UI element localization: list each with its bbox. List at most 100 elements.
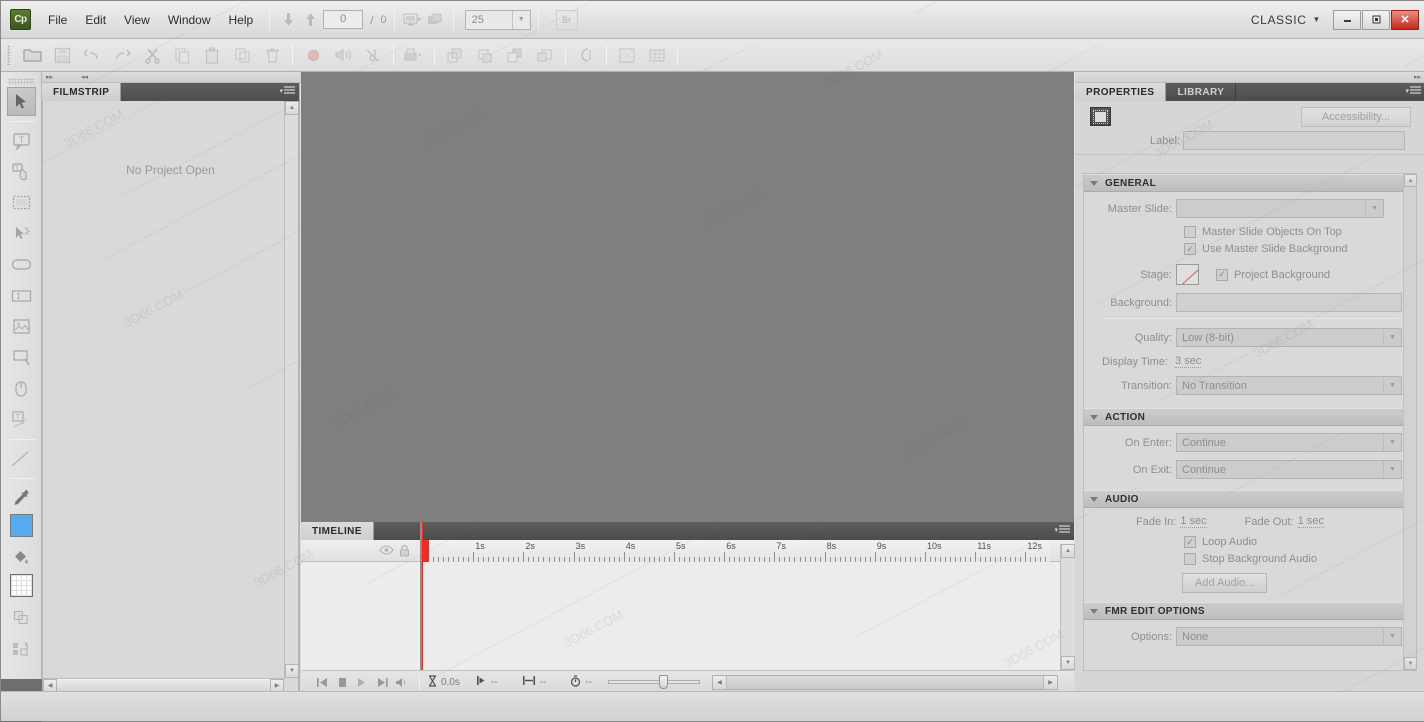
bring-to-front-icon[interactable] xyxy=(440,42,470,68)
redo-icon[interactable] xyxy=(107,42,137,68)
tab-filmstrip[interactable]: FILMSTRIP xyxy=(42,83,122,101)
click-box-tool[interactable] xyxy=(7,219,36,248)
timeline-ruler[interactable]: 1s 2s 3s 4s 5s 6s 7s 8s 9s 10s 11s 12s xyxy=(422,540,1050,562)
mouse-tool[interactable] xyxy=(7,374,36,403)
scroll-up-icon[interactable]: ▲ xyxy=(285,101,299,115)
bring-forward-icon[interactable] xyxy=(470,42,500,68)
duplicate-object-tool[interactable] xyxy=(7,603,36,632)
menu-window[interactable]: Window xyxy=(159,9,220,31)
paste-icon[interactable] xyxy=(197,42,227,68)
tab-properties[interactable]: PROPERTIES xyxy=(1075,83,1167,101)
triangle-down-icon[interactable] xyxy=(1090,496,1098,502)
filmstrip-collapse-bar[interactable]: ▸▸ ◂◂ xyxy=(42,72,301,83)
zoom-area-tool[interactable] xyxy=(7,343,36,372)
scroll-down-icon[interactable]: ▼ xyxy=(1061,656,1075,670)
filmstrip-vertical-scrollbar[interactable]: ▲ ▼ xyxy=(284,101,299,678)
go-to-end-icon[interactable] xyxy=(373,673,391,691)
scroll-up-icon[interactable]: ▲ xyxy=(1404,174,1417,187)
stage-canvas[interactable] xyxy=(301,72,1074,522)
tab-timeline[interactable]: TIMELINE xyxy=(301,522,374,540)
scroll-down-icon[interactable]: ▼ xyxy=(285,664,299,678)
stop-icon[interactable] xyxy=(333,673,351,691)
image-tool[interactable] xyxy=(7,312,36,341)
chevron-down-icon[interactable]: ▼ xyxy=(1365,200,1383,217)
loop-audio-checkbox[interactable]: ✓ xyxy=(1184,536,1196,548)
zoom-slider-thumb[interactable] xyxy=(658,675,668,689)
lock-icon[interactable] xyxy=(399,544,410,560)
fill-color-swatch[interactable] xyxy=(9,514,33,537)
row-use-master-slide-background[interactable]: ✓ Use Master Slide Background xyxy=(1184,243,1416,255)
scroll-down-icon[interactable]: ▼ xyxy=(1404,657,1417,670)
fade-out-value[interactable]: 1 sec xyxy=(1297,515,1324,528)
bridge-button[interactable]: Br xyxy=(555,9,578,30)
section-header-action[interactable]: ACTION xyxy=(1084,408,1416,426)
preview-project-icon[interactable] xyxy=(612,42,642,68)
play-icon[interactable] xyxy=(353,673,371,691)
triangle-down-icon[interactable] xyxy=(1090,414,1098,420)
transition-combo[interactable]: No Transition ▼ xyxy=(1176,376,1402,395)
toolbar-drag-handle[interactable] xyxy=(7,45,11,65)
minimize-button[interactable] xyxy=(1333,9,1361,30)
current-slide-field[interactable]: 0 xyxy=(323,10,364,29)
accessibility-button[interactable]: Accessibility... xyxy=(1301,107,1411,127)
menu-help[interactable]: Help xyxy=(220,9,263,31)
copy-icon[interactable] xyxy=(167,42,197,68)
tool-palette-drag-handle[interactable] xyxy=(8,78,34,85)
selection-tool[interactable] xyxy=(6,87,36,116)
chevron-down-icon[interactable]: ▼ xyxy=(1383,461,1401,478)
record-icon[interactable] xyxy=(298,42,328,68)
expand-right-icon[interactable]: ▸▸ xyxy=(46,73,53,81)
chevron-down-icon[interactable]: ▼ xyxy=(1383,329,1401,346)
highlight-box-tool[interactable] xyxy=(7,188,36,217)
mute-icon[interactable] xyxy=(393,673,411,691)
send-backward-icon[interactable] xyxy=(500,42,530,68)
master-slide-combo[interactable]: ▼ xyxy=(1176,199,1384,218)
menu-edit[interactable]: Edit xyxy=(76,9,115,31)
section-header-audio[interactable]: AUDIO xyxy=(1084,490,1416,508)
workspace-switcher[interactable]: CLASSIC ▼ xyxy=(1251,13,1321,27)
chevron-down-icon[interactable]: ▼ xyxy=(1383,377,1401,394)
delete-icon[interactable] xyxy=(257,42,287,68)
arrow-down-icon[interactable] xyxy=(277,9,299,31)
use-master-slide-background-checkbox[interactable]: ✓ xyxy=(1184,243,1196,255)
stop-background-audio-checkbox[interactable] xyxy=(1184,553,1196,565)
arrow-up-icon[interactable] xyxy=(299,9,321,31)
publish-settings-icon[interactable] xyxy=(399,42,429,68)
triangle-down-icon[interactable] xyxy=(1090,180,1098,186)
send-to-back-icon[interactable] xyxy=(530,42,560,68)
text-caption-tool[interactable]: T xyxy=(7,126,36,155)
properties-collapse-bar[interactable]: ▸▸ xyxy=(1075,72,1424,83)
stage-color-swatch[interactable] xyxy=(1176,264,1199,285)
panel-menu-icon[interactable]: ▾ xyxy=(1054,525,1070,534)
text-entry-box-tool[interactable] xyxy=(7,281,36,310)
undo-icon[interactable] xyxy=(77,42,107,68)
publish-icon[interactable] xyxy=(424,9,446,31)
playhead-handle[interactable] xyxy=(422,540,429,562)
options-combo[interactable]: None ▼ xyxy=(1176,627,1402,646)
text-animation-tool[interactable]: T xyxy=(7,405,36,434)
row-stop-background-audio[interactable]: Stop Background Audio xyxy=(1184,553,1416,565)
paint-bucket-tool[interactable] xyxy=(7,543,36,572)
menu-view[interactable]: View xyxy=(115,9,159,31)
section-header-general[interactable]: GENERAL xyxy=(1084,174,1416,192)
panel-menu-icon[interactable]: ▾ xyxy=(1405,86,1421,95)
collapse-left-icon[interactable]: ◂◂ xyxy=(81,73,88,81)
properties-scroll-area[interactable]: GENERAL Master Slide: ▼ Master Slide Obj… xyxy=(1083,173,1417,671)
record-audio-icon[interactable] xyxy=(328,42,358,68)
background-input[interactable] xyxy=(1176,293,1402,312)
go-to-start-icon[interactable] xyxy=(313,673,331,691)
eye-icon[interactable] xyxy=(379,545,394,558)
display-time-value[interactable]: 3 sec xyxy=(1175,355,1202,368)
label-input[interactable] xyxy=(1183,131,1405,150)
on-exit-combo[interactable]: Continue ▼ xyxy=(1176,460,1402,479)
preview-monitor-icon[interactable] xyxy=(402,9,424,31)
menu-file[interactable]: File xyxy=(39,9,76,31)
triangle-down-icon[interactable] xyxy=(1090,608,1098,614)
chevron-down-icon[interactable]: ▼ xyxy=(1383,628,1401,645)
timeline-zoom-slider[interactable] xyxy=(607,675,700,689)
line-tool[interactable] xyxy=(7,444,36,473)
panel-menu-icon[interactable]: ▾ xyxy=(279,86,295,95)
quality-combo[interactable]: Low (8-bit) ▼ xyxy=(1176,328,1402,347)
section-header-fmr-edit-options[interactable]: FMR EDIT OPTIONS xyxy=(1084,602,1416,620)
chevron-down-icon[interactable]: ▼ xyxy=(1383,434,1401,451)
